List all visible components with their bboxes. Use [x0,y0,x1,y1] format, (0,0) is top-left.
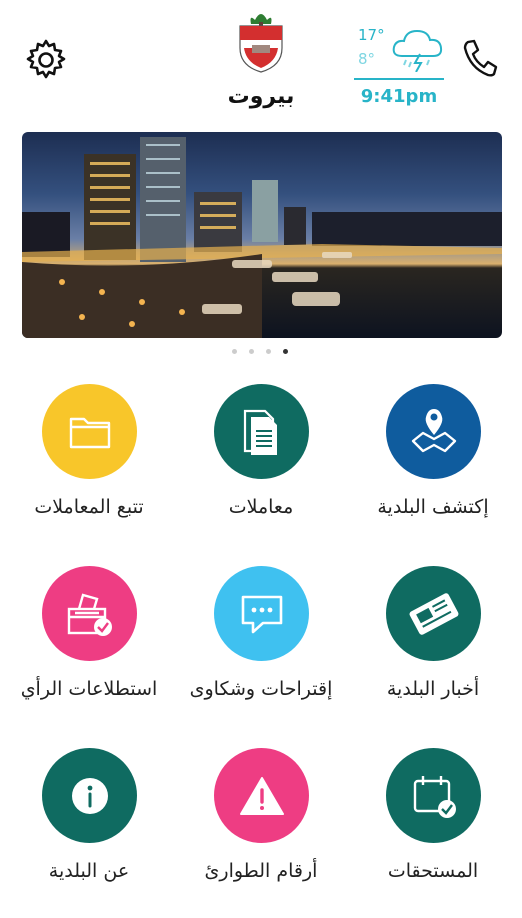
tile-icon-circle [214,566,309,661]
tile-label: معاملات [228,496,294,518]
tile-about-municipality[interactable]: عن البلدية [4,748,174,918]
temp-low: 8° [358,50,376,68]
carousel-dot-active[interactable] [283,349,288,354]
municipality-logo [236,8,286,74]
carousel-dot[interactable] [232,349,237,354]
tile-icon-circle [214,748,309,843]
tile-label: المستحقات [387,860,479,882]
calendar-check-icon [413,775,456,818]
phone-icon [463,39,498,77]
tile-emergency-numbers[interactable]: أرقام الطوارئ [176,748,346,918]
folder-icon [69,417,110,448]
tile-label: أخبار البلدية [386,678,480,700]
info-icon [71,777,108,814]
tile-icon-circle [386,384,481,479]
tile-dues[interactable]: المستحقات [348,748,518,918]
current-time: 9:41pm [360,86,438,107]
weather-divider [354,78,444,80]
tile-track-transactions[interactable]: تتبع المعاملات [4,384,174,554]
hero-carousel-image[interactable] [22,132,502,338]
tile-icon-circle [386,566,481,661]
document-icon [243,409,277,455]
newspaper-icon [409,592,458,635]
tile-discover-municipality[interactable]: إكتشف البلدية [348,384,518,554]
tile-label: إقتراحات وشكاوى [189,678,333,700]
weather-widget: 17° 8° 9:41pm [352,24,446,112]
app-header: بيروت 17° 8° 9:41pm [0,0,522,120]
tile-polls[interactable]: استطلاعات الرأي [4,566,174,736]
tile-municipality-news[interactable]: أخبار البلدية [348,566,518,736]
warning-icon [239,776,284,815]
city-skyline-photo [22,137,502,338]
gear-icon [26,39,66,79]
tile-label: استطلاعات الرأي [20,678,158,700]
tile-label: أرقام الطوارئ [204,860,318,882]
tile-label: إكتشف البلدية [377,496,489,518]
rain-thunder-cloud-icon [392,29,443,72]
tile-icon-circle [42,566,137,661]
tile-suggestions-complaints[interactable]: إقتراحات وشكاوى [176,566,346,736]
tile-label: عن البلدية [48,860,130,882]
settings-button[interactable] [24,38,68,82]
tile-icon-circle [42,748,137,843]
map-pin-icon [411,408,456,452]
carousel-dot[interactable] [266,349,271,354]
temp-high: 17° [358,26,385,44]
carousel-dots [230,349,292,357]
ballot-box-icon [67,593,112,636]
tile-icon-circle [386,748,481,843]
tile-transactions[interactable]: معاملات [176,384,346,554]
tile-label: تتبع المعاملات [34,496,144,518]
call-button[interactable] [462,38,498,78]
chat-bubble-icon [241,595,282,633]
carousel-dot[interactable] [249,349,254,354]
city-name: بيروت [227,84,295,109]
tile-icon-circle [42,384,137,479]
tile-icon-circle [214,384,309,479]
